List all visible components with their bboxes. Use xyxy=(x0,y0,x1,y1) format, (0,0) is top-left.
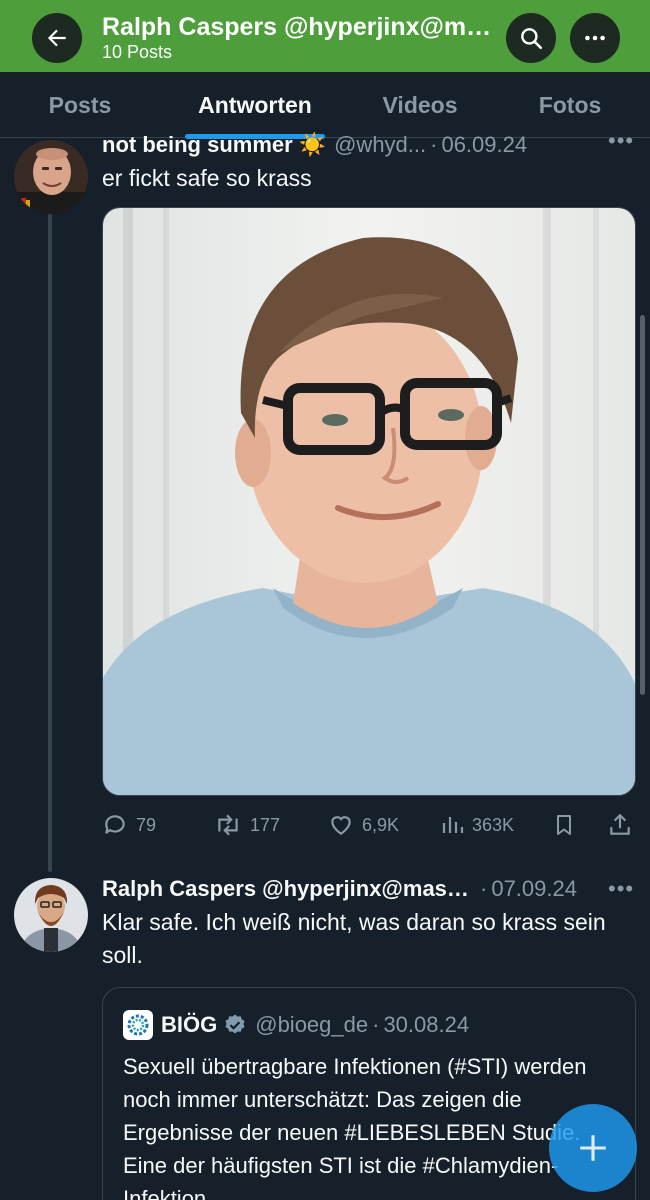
quote-header: BIÖG @bioeg_de · 30.08.24 xyxy=(123,1010,469,1040)
views-button[interactable]: 363K xyxy=(440,808,514,842)
repost-icon xyxy=(218,814,238,836)
bioeg-logo-icon xyxy=(127,1014,149,1036)
back-button[interactable] xyxy=(32,13,82,63)
heart-icon xyxy=(331,816,351,835)
more-icon xyxy=(585,35,605,41)
tweet-more-icon[interactable]: ••• xyxy=(608,128,634,154)
quote-date: 30.08.24 xyxy=(383,1012,470,1037)
quote-author-name: BIÖG xyxy=(161,1012,218,1037)
author-handle[interactable]: @whyd... xyxy=(334,132,426,158)
reply-button[interactable]: 79 xyxy=(102,808,156,842)
author-name[interactable]: not being summer xyxy=(102,132,293,158)
search-icon xyxy=(521,28,543,50)
tweet-date[interactable]: 06.09.24 xyxy=(441,132,527,158)
repost-button[interactable]: 177 xyxy=(214,808,280,842)
tab-videos[interactable]: Videos xyxy=(340,72,500,138)
author-name[interactable]: Ralph Caspers @hyperjinx@mastodon.social xyxy=(102,876,474,902)
compose-button[interactable] xyxy=(549,1104,637,1192)
avatar[interactable] xyxy=(14,140,88,214)
avatar-image xyxy=(14,140,88,214)
bookmark-icon xyxy=(557,815,571,835)
share-button[interactable] xyxy=(607,808,641,842)
profile-title: Ralph Caspers @hyperjinx@mastodon.social xyxy=(102,13,492,41)
thread-line xyxy=(48,214,52,872)
back-arrow-icon xyxy=(47,29,66,47)
profile-tabs: Posts Antworten Videos Fotos xyxy=(0,72,650,139)
more-button[interactable] xyxy=(570,13,620,63)
profile-header: Ralph Caspers @hyperjinx@mastodon.social… xyxy=(0,0,650,72)
tweet-text: er fickt safe so krass xyxy=(102,165,312,191)
tweet-date[interactable]: 07.09.24 xyxy=(491,876,577,902)
reply-count: 79 xyxy=(136,814,157,835)
separator-dot: · xyxy=(372,1012,380,1037)
repost-count: 177 xyxy=(250,814,281,835)
sun-emoji: ☀️ xyxy=(298,132,327,157)
tweet-header: not being summer ☀️ @whyd... · 06.09.24 xyxy=(102,130,592,160)
search-button[interactable] xyxy=(506,13,556,63)
quote-text: Sexuell übertragbare Infektionen (#STI) … xyxy=(123,1054,587,1200)
bioeg-logo xyxy=(123,1010,153,1040)
verified-badge-icon xyxy=(225,1014,245,1034)
quote-author-handle: @bioeg_de xyxy=(255,1012,369,1037)
tab-antworten[interactable]: Antworten xyxy=(160,72,350,138)
avatar-image xyxy=(14,878,88,952)
tweet-actions: 79 177 6,9K 363K xyxy=(102,808,636,842)
like-button[interactable]: 6,9K xyxy=(328,808,399,842)
separator-dot: · xyxy=(480,876,488,901)
plus-icon xyxy=(580,1135,606,1161)
views-icon xyxy=(442,817,464,833)
bookmark-button[interactable] xyxy=(552,808,584,842)
separator-dot: · xyxy=(430,132,438,157)
tweet-more-icon[interactable]: ••• xyxy=(608,876,634,902)
view-count: 363K xyxy=(472,814,515,835)
share-icon xyxy=(610,813,630,835)
person-photo xyxy=(103,208,635,795)
tweet-photo[interactable] xyxy=(102,207,636,796)
scrollbar[interactable] xyxy=(640,315,645,695)
tweet-header: Ralph Caspers @hyperjinx@mastodon.social… xyxy=(102,874,602,904)
reply-icon xyxy=(105,815,125,834)
tab-posts[interactable]: Posts xyxy=(0,72,160,138)
post-count: 10 Posts xyxy=(102,42,173,62)
like-count: 6,9K xyxy=(362,814,400,835)
avatar[interactable] xyxy=(14,878,88,952)
tweet-text: Klar safe. Ich weiß nicht, was daran so … xyxy=(102,909,606,968)
